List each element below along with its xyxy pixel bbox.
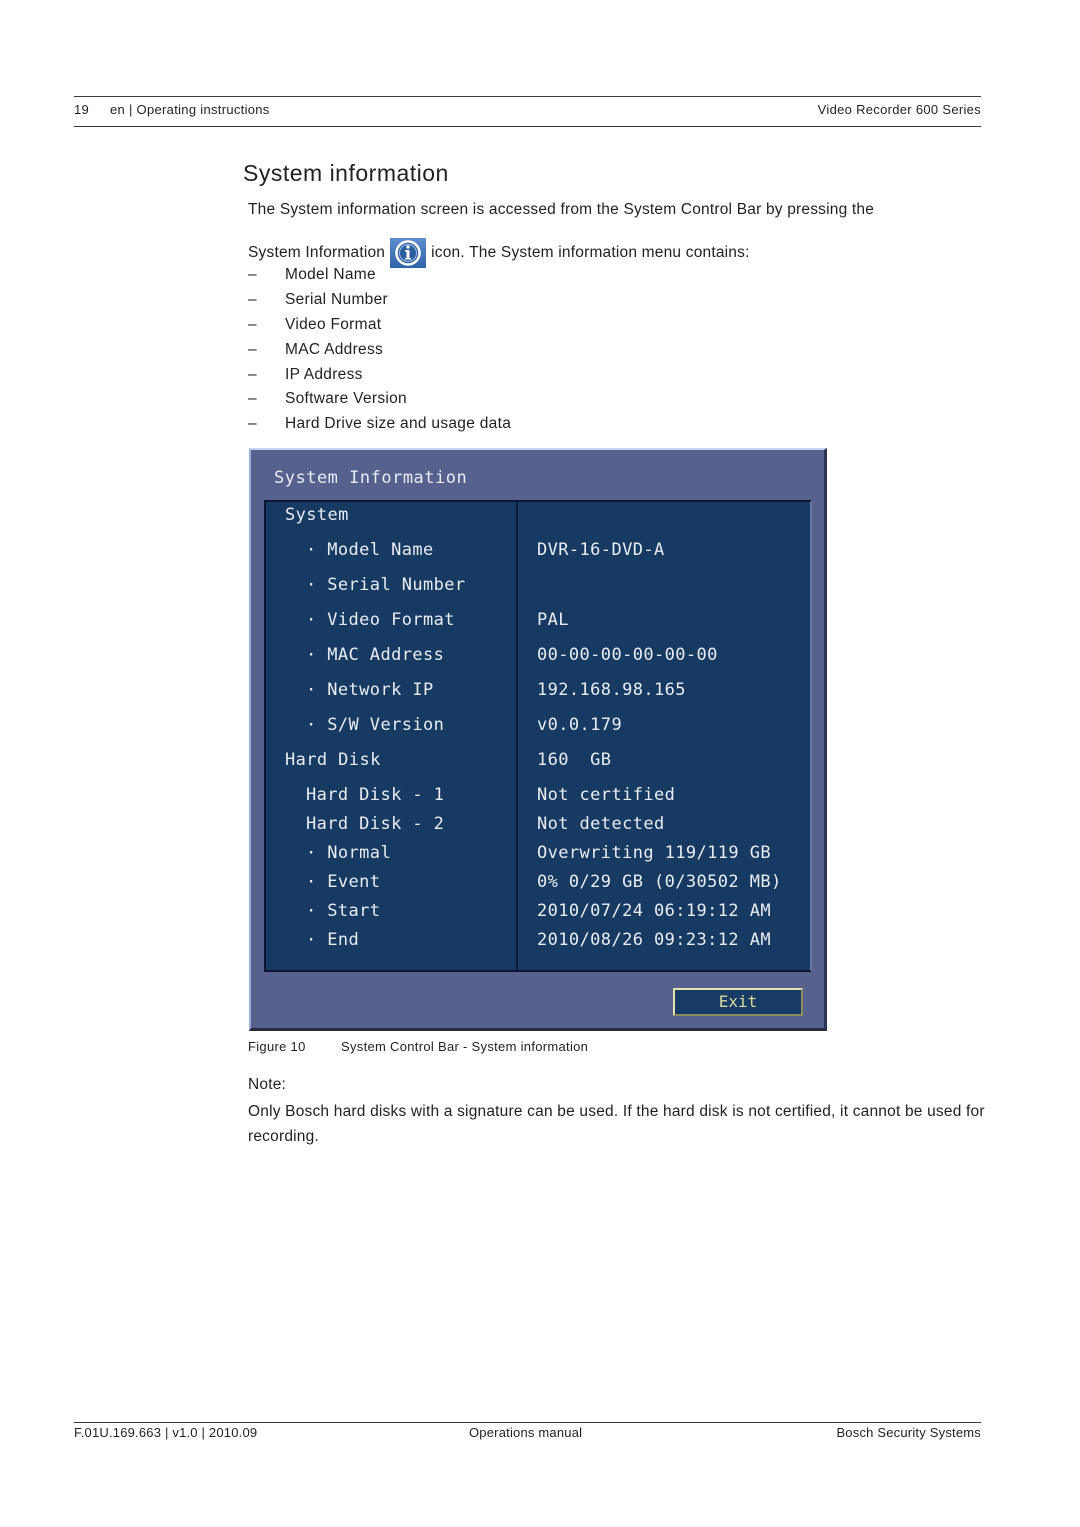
row-value: v0.0.179 — [537, 715, 623, 735]
table-row: Hard Disk - 2 Not detected — [266, 814, 810, 844]
bullet-dash: – — [248, 266, 257, 284]
row-label: · Start — [306, 901, 381, 921]
bullet-dash: – — [248, 415, 257, 433]
figure-caption-text: System Control Bar - System information — [341, 1039, 589, 1054]
row-label: System — [285, 505, 349, 525]
row-label: · Model Name — [306, 540, 434, 560]
row-label: · Video Format — [306, 610, 455, 630]
table-row: · Network IP 192.168.98.165 — [266, 680, 810, 710]
figure-number: Figure 10 — [248, 1039, 306, 1054]
list-item: – Video Format — [248, 313, 511, 338]
table-row: · Model Name DVR-16-DVD-A — [266, 540, 810, 570]
intro-text-before-icon: System Information — [248, 244, 386, 261]
list-item-label: IP Address — [285, 365, 363, 383]
footer-company: Bosch Security Systems — [836, 1425, 981, 1440]
list-item-label: Serial Number — [285, 291, 388, 309]
row-value: Overwriting 119/119 GB — [537, 843, 771, 863]
footer-doc-type: Operations manual — [469, 1425, 583, 1440]
row-label: · Network IP — [306, 680, 434, 700]
page-number: 19 — [74, 102, 90, 117]
table-row: · S/W Version v0.0.179 — [266, 715, 810, 745]
header-top-rule — [74, 96, 981, 97]
system-info-table: System · Model Name DVR-16-DVD-A · Seria… — [264, 500, 812, 972]
table-row: · End 2010/08/26 09:23:12 AM — [266, 930, 810, 960]
row-value: DVR-16-DVD-A — [537, 540, 665, 560]
bullet-dash: – — [248, 365, 257, 383]
footer-doc-id: F.01U.169.663 | v1.0 | 2010.09 — [74, 1425, 258, 1440]
row-value: Not certified — [537, 785, 676, 805]
row-label: · S/W Version — [306, 715, 445, 735]
row-label: Hard Disk — [285, 750, 381, 770]
page-title: System information — [243, 160, 449, 186]
row-label: · Serial Number — [306, 575, 466, 595]
list-item: – Serial Number — [248, 288, 511, 313]
footer-rule — [74, 1422, 981, 1423]
header-left: 19 en | Operating instructions — [74, 102, 270, 117]
table-row: Hard Disk - 1 Not certified — [266, 785, 810, 815]
row-value: PAL — [537, 610, 569, 630]
note-text: Only Bosch hard disks with a signature c… — [248, 1103, 985, 1145]
bullet-dash: – — [248, 340, 257, 358]
bullet-dash: – — [248, 390, 257, 408]
dialog-title: System Information — [274, 468, 468, 488]
row-label: · Event — [306, 872, 381, 892]
header-section: en | Operating instructions — [110, 102, 270, 117]
table-row: · Normal Overwriting 119/119 GB — [266, 843, 810, 873]
header-product: Video Recorder 600 Series — [817, 102, 981, 117]
intro-text-line1: The System information screen is accesse… — [248, 201, 875, 218]
row-label: · End — [306, 930, 360, 950]
table-row: · Serial Number — [266, 575, 810, 605]
table-row: · Event 0% 0/29 GB (0/30502 MB) — [266, 872, 810, 902]
table-row: · MAC Address 00-00-00-00-00-00 — [266, 645, 810, 675]
row-value: 2010/07/24 06:19:12 AM — [537, 901, 771, 921]
system-information-dialog: System Information System · Model Name D… — [249, 448, 827, 1031]
table-row: System — [266, 505, 810, 535]
bullet-dash: – — [248, 291, 257, 309]
list-item: – MAC Address — [248, 337, 511, 362]
menu-contents-list: – Model Name – Serial Number – Video Format… — [248, 263, 511, 437]
figure-caption: Figure 10 System Control Bar - System inf… — [248, 1039, 588, 1054]
row-value: 00-00-00-00-00-00 — [537, 645, 718, 665]
list-item: – Model Name — [248, 263, 511, 288]
row-value: 2010/08/26 09:23:12 AM — [537, 930, 771, 950]
list-item-label: Video Format — [285, 315, 382, 333]
row-label: Hard Disk - 1 — [306, 785, 445, 805]
row-value: 192.168.98.165 — [537, 680, 686, 700]
table-row: · Video Format PAL — [266, 610, 810, 640]
exit-button[interactable]: Exit — [673, 988, 803, 1016]
list-item: – IP Address — [248, 362, 511, 387]
header-bottom-rule — [74, 126, 981, 127]
row-value: Not detected — [537, 814, 665, 834]
row-label: · MAC Address — [306, 645, 445, 665]
row-value: 0% 0/29 GB (0/30502 MB) — [537, 872, 782, 892]
intro-text-after-icon: icon. The System information menu contai… — [431, 244, 750, 261]
note-label: Note: — [248, 1076, 287, 1093]
list-item-label: Hard Drive size and usage data — [285, 415, 512, 433]
table-row: Hard Disk 160 GB — [266, 750, 810, 780]
table-row: · Start 2010/07/24 06:19:12 AM — [266, 901, 810, 931]
list-item: – Software Version — [248, 387, 511, 412]
row-label: · Normal — [306, 843, 392, 863]
list-item-label: MAC Address — [285, 340, 384, 358]
list-item-label: Model Name — [285, 266, 376, 284]
row-value: 160 GB — [537, 750, 612, 770]
bullet-dash: – — [248, 315, 257, 333]
list-item-label: Software Version — [285, 390, 407, 408]
row-label: Hard Disk - 2 — [306, 814, 445, 834]
list-item: – Hard Drive size and usage data — [248, 412, 511, 437]
